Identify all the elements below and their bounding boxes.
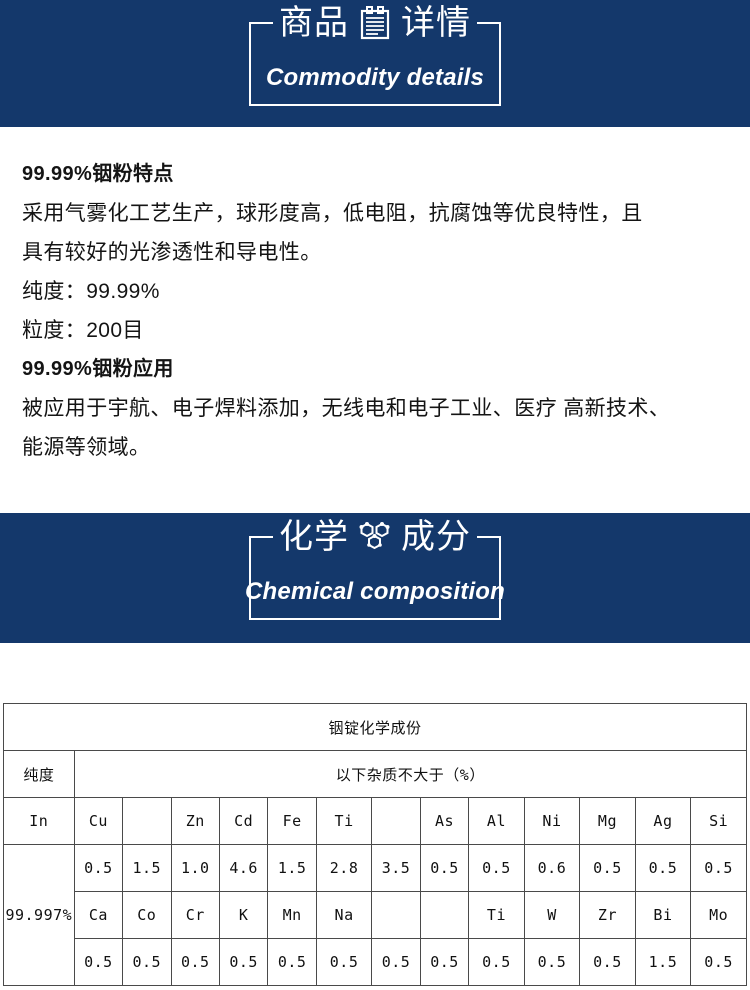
product-description: 99.99%铟粉特点 采用气雾化工艺生产，球形度高，低电阻，抗腐蚀等优良特性，且… (0, 127, 750, 513)
value-cell: 3.5 (371, 844, 421, 892)
table-row-subheader: 纯度 以下杂质不大于（%） (3, 750, 748, 798)
symbol-cell: Ca (73, 891, 124, 939)
value-cell: 0.5 (122, 938, 172, 986)
granularity-line: 粒度：200目 (22, 319, 144, 342)
symbol-cell: Al (468, 797, 525, 845)
frame-edge-right (499, 536, 501, 620)
value-cell: 4.6 (218, 844, 269, 892)
chemical-composition-banner: 化学 成分 Chemical composition (0, 513, 750, 643)
value-cell: 1.5 (634, 938, 692, 986)
symbol-cell: Co (122, 891, 172, 939)
application-line-1: 被应用于宇航、电子焊料添加，无线电和电子工业、医疗 高新技术、 (22, 397, 671, 420)
banner-title-en-chemical: Chemical composition (244, 578, 506, 605)
symbol-cell (122, 797, 172, 845)
base-element-cell: In (3, 797, 75, 845)
value-cell: 0.5 (468, 844, 525, 892)
banner-title-cn-left: 商品 (279, 3, 349, 42)
molecule-hexagon-icon (358, 519, 392, 555)
value-cell: 0.5 (371, 938, 421, 986)
application-heading: 99.99%铟粉应用 (22, 358, 174, 380)
feature-heading: 99.99%铟粉特点 (22, 163, 174, 185)
symbol-cell: Zr (579, 891, 636, 939)
frame-edge-bottom (249, 618, 501, 620)
clipboard-icon (358, 5, 392, 41)
symbol-cell: Cr (170, 891, 220, 939)
banner-title-cn-right: 详情 (401, 3, 471, 42)
value-cell: 0.5 (468, 938, 525, 986)
symbol-cell: Si (690, 797, 747, 845)
symbol-cell: Cu (73, 797, 124, 845)
symbol-cell: W (523, 891, 581, 939)
symbol-cell: Fe (267, 797, 317, 845)
composition-table-zone: 铟锭化学成份 纯度 以下杂质不大于（%） In Cu Zn Cd Fe Ti A… (0, 643, 750, 986)
symbol-cell: Ti (315, 797, 373, 845)
symbol-cell: Mo (690, 891, 747, 939)
frame-edge-right (499, 21, 501, 106)
table-row-title: 铟锭化学成份 (3, 703, 747, 751)
value-cell: 0.5 (170, 938, 220, 986)
impurity-header-cell: 以下杂质不大于（%） (73, 750, 748, 798)
table-row-values-1: 99.997% 0.5 1.5 1.0 4.6 1.5 2.8 3.5 0.5 … (3, 844, 747, 986)
value-cell: 1.0 (170, 844, 220, 892)
application-line-2: 能源等领域。 (22, 436, 151, 459)
banner-title-en-commodity: Commodity details (265, 63, 485, 91)
value-cell: 0.5 (634, 844, 692, 892)
chemical-composition-table: 铟锭化学成份 纯度 以下杂质不大于（%） In Cu Zn Cd Fe Ti A… (3, 703, 748, 986)
symbol-cell: Na (315, 891, 373, 939)
table-title-cell: 铟锭化学成份 (3, 703, 747, 751)
symbol-cell: Bi (634, 891, 692, 939)
symbol-cell: Mn (267, 891, 317, 939)
feature-line-1: 采用气雾化工艺生产，球形度高，低电阻，抗腐蚀等优良特性，且 (22, 202, 643, 225)
value-cell: 0.5 (73, 938, 124, 986)
feature-line-2: 具有较好的光渗透性和导电性。 (22, 241, 322, 264)
symbol-cell: Ag (634, 797, 692, 845)
purity-header-cell: 纯度 (3, 750, 75, 798)
banner-title-cn-left: 化学 (279, 518, 349, 556)
banner-title-cn-right: 成分 (401, 518, 471, 556)
commodity-details-banner: 商品 详情 Commodity details (0, 0, 750, 127)
symbol-cell: Zn (170, 797, 220, 845)
value-cell: 1.5 (267, 844, 317, 892)
symbol-cell (371, 891, 421, 939)
banner-frame-chemical: 化学 成分 Chemical composition (245, 517, 505, 620)
symbol-cell: Ni (523, 797, 581, 845)
symbol-cell (371, 797, 421, 845)
banner-title-cn-chemical: 化学 成分 (273, 517, 477, 557)
table-row-symbols-base: In Cu Zn Cd Fe Ti As Al Ni Mg Ag Si (3, 797, 747, 845)
symbol-cell: Mg (579, 797, 636, 845)
value-cell: 0.5 (690, 938, 747, 986)
banner-frame-commodity: 商品 详情 Commodity details (249, 2, 501, 106)
purity-line: 纯度：99.99% (22, 280, 160, 303)
value-cell: 0.5 (690, 844, 747, 892)
value-cell: 0.5 (579, 844, 636, 892)
value-cell: 0.5 (73, 844, 124, 892)
frame-edge-left (249, 21, 251, 106)
value-cell: 0.5 (419, 938, 470, 986)
frame-edge-left (249, 536, 251, 620)
symbol-cell: K (218, 891, 269, 939)
symbol-cell: Cd (218, 797, 269, 845)
value-cell: 0.5 (267, 938, 317, 986)
symbol-cell: Ti (468, 891, 525, 939)
symbol-cell: As (419, 797, 470, 845)
value-cell: 0.5 (218, 938, 269, 986)
value-cell: 0.5 (523, 938, 581, 986)
value-cell: 0.5 (579, 938, 636, 986)
value-cell: 0.6 (523, 844, 581, 892)
table-row-symbols-2: Ca Co Cr K Mn Na Ti W Zr Bi Mo (4, 891, 747, 939)
value-cell: 0.5 (419, 844, 470, 892)
table-row-values-2: 0.5 0.5 0.5 0.5 0.5 0.5 0.5 0.5 0.5 0.5 … (4, 938, 747, 986)
value-cell: 1.5 (122, 844, 172, 892)
value-cell: 0.5 (315, 938, 373, 986)
purity-value-cell: 99.997% (3, 844, 75, 986)
symbol-cell (419, 891, 470, 939)
frame-edge-bottom (249, 103, 501, 106)
banner-title-cn-commodity: 商品 详情 (273, 2, 477, 43)
value-cell: 2.8 (315, 844, 373, 892)
